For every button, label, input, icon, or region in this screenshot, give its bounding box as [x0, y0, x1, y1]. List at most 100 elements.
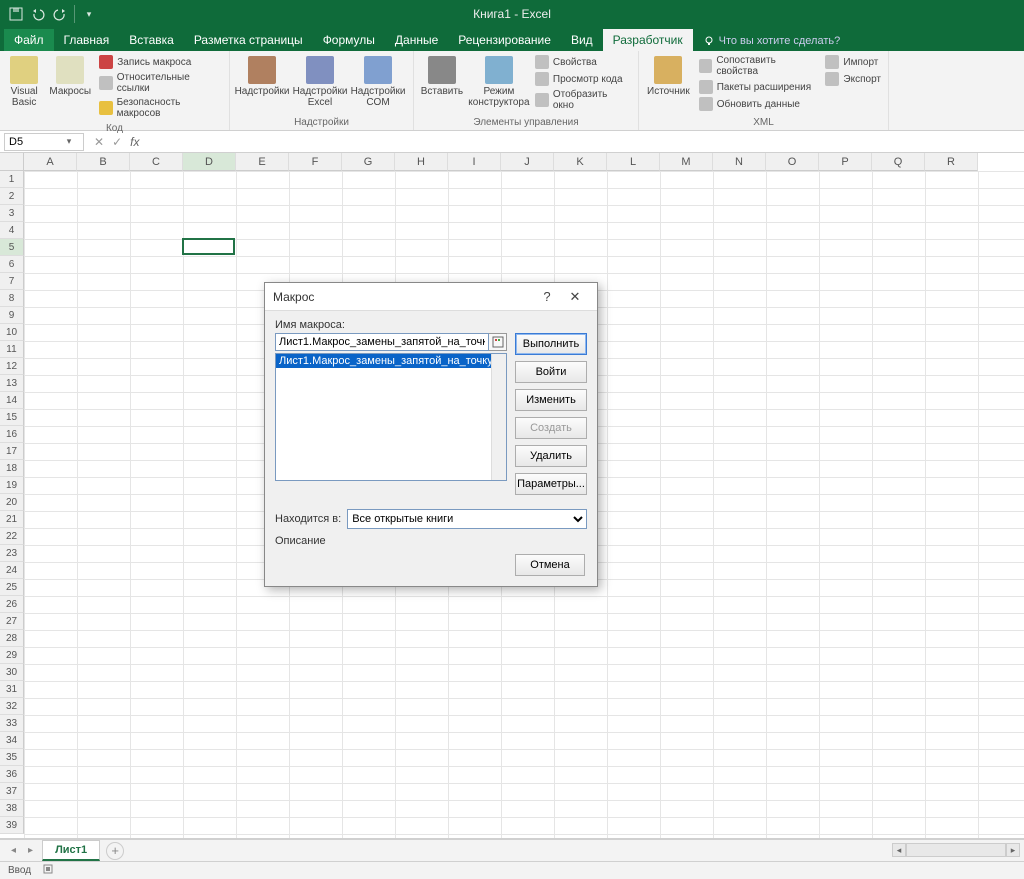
- step-into-button[interactable]: Войти: [515, 361, 587, 383]
- save-icon[interactable]: [8, 6, 24, 22]
- name-box[interactable]: ▾: [4, 133, 84, 151]
- options-button[interactable]: Параметры...: [515, 473, 587, 495]
- excel-addins-button[interactable]: Надстройки Excel: [293, 54, 347, 108]
- relative-references-button[interactable]: Относительные ссылки: [97, 71, 224, 95]
- row-header[interactable]: 8: [0, 290, 24, 307]
- run-dialog-button[interactable]: Отобразить окно: [533, 88, 633, 112]
- com-addins-button[interactable]: Надстройки COM: [351, 54, 405, 108]
- column-header[interactable]: R: [925, 153, 978, 171]
- scroll-track[interactable]: [906, 843, 1006, 857]
- row-header[interactable]: 37: [0, 783, 24, 800]
- name-box-input[interactable]: [5, 136, 61, 148]
- insert-control-button[interactable]: Вставить: [419, 54, 465, 97]
- visual-basic-button[interactable]: Visual Basic: [5, 54, 43, 108]
- macro-list[interactable]: Лист1.Макрос_замены_запятой_на_точку: [275, 353, 507, 481]
- macro-security-button[interactable]: Безопасность макросов: [97, 96, 224, 120]
- column-header[interactable]: M: [660, 153, 713, 171]
- row-header[interactable]: 6: [0, 256, 24, 273]
- tab-view[interactable]: Вид: [561, 29, 603, 51]
- row-header[interactable]: 18: [0, 460, 24, 477]
- macros-button[interactable]: Макросы: [47, 54, 93, 97]
- row-header[interactable]: 19: [0, 477, 24, 494]
- view-code-button[interactable]: Просмотр кода: [533, 71, 633, 87]
- new-sheet-button[interactable]: +: [106, 842, 124, 860]
- column-header[interactable]: P: [819, 153, 872, 171]
- row-header[interactable]: 20: [0, 494, 24, 511]
- tell-me[interactable]: Что вы хотите сделать?: [693, 31, 851, 51]
- row-header[interactable]: 17: [0, 443, 24, 460]
- column-header[interactable]: L: [607, 153, 660, 171]
- tab-formulas[interactable]: Формулы: [313, 29, 385, 51]
- row-header[interactable]: 15: [0, 409, 24, 426]
- row-header[interactable]: 38: [0, 800, 24, 817]
- scroll-right-icon[interactable]: ▸: [1006, 843, 1020, 857]
- qat-customize-icon[interactable]: ▾: [81, 6, 97, 22]
- row-header[interactable]: 16: [0, 426, 24, 443]
- row-header[interactable]: 36: [0, 766, 24, 783]
- column-header[interactable]: J: [501, 153, 554, 171]
- row-header[interactable]: 7: [0, 273, 24, 290]
- tab-home[interactable]: Главная: [54, 29, 120, 51]
- run-button[interactable]: Выполнить: [515, 333, 587, 355]
- row-header[interactable]: 25: [0, 579, 24, 596]
- row-header[interactable]: 12: [0, 358, 24, 375]
- dialog-close-button[interactable]: ✕: [561, 289, 589, 305]
- xml-import-button[interactable]: Импорт: [823, 54, 883, 70]
- macros-in-select[interactable]: Все открытые книги: [347, 509, 587, 529]
- column-header[interactable]: B: [77, 153, 130, 171]
- column-header[interactable]: C: [130, 153, 183, 171]
- row-header[interactable]: 34: [0, 732, 24, 749]
- row-header[interactable]: 3: [0, 205, 24, 222]
- horizontal-scrollbar[interactable]: ◂ ▸: [892, 843, 1020, 857]
- row-header[interactable]: 39: [0, 817, 24, 834]
- tab-insert[interactable]: Вставка: [119, 29, 184, 51]
- row-header[interactable]: 35: [0, 749, 24, 766]
- fx-icon[interactable]: fx: [130, 135, 139, 149]
- row-header[interactable]: 21: [0, 511, 24, 528]
- tab-developer[interactable]: Разработчик: [603, 29, 693, 51]
- column-header[interactable]: N: [713, 153, 766, 171]
- row-header[interactable]: 10: [0, 324, 24, 341]
- macro-record-status-icon[interactable]: [43, 863, 55, 878]
- row-header[interactable]: 27: [0, 613, 24, 630]
- column-header[interactable]: D: [183, 153, 236, 171]
- row-header[interactable]: 33: [0, 715, 24, 732]
- delete-button[interactable]: Удалить: [515, 445, 587, 467]
- row-header[interactable]: 23: [0, 545, 24, 562]
- column-header[interactable]: A: [24, 153, 77, 171]
- row-header[interactable]: 2: [0, 188, 24, 205]
- addins-button[interactable]: Надстройки: [235, 54, 289, 97]
- row-header[interactable]: 22: [0, 528, 24, 545]
- edit-button[interactable]: Изменить: [515, 389, 587, 411]
- row-header[interactable]: 30: [0, 664, 24, 681]
- column-header[interactable]: G: [342, 153, 395, 171]
- column-header[interactable]: E: [236, 153, 289, 171]
- map-properties-button[interactable]: Сопоставить свойства: [697, 54, 820, 78]
- sheet-nav-prev-icon[interactable]: ◂: [8, 845, 19, 856]
- select-all-corner[interactable]: [0, 153, 24, 171]
- refresh-data-button[interactable]: Обновить данные: [697, 96, 820, 112]
- column-header[interactable]: F: [289, 153, 342, 171]
- properties-button[interactable]: Свойства: [533, 54, 633, 70]
- scroll-left-icon[interactable]: ◂: [892, 843, 906, 857]
- row-header[interactable]: 9: [0, 307, 24, 324]
- record-macro-button[interactable]: Запись макроса: [97, 54, 224, 70]
- macro-list-item[interactable]: Лист1.Макрос_замены_запятой_на_точку: [276, 354, 506, 368]
- tab-review[interactable]: Рецензирование: [448, 29, 561, 51]
- cancel-formula-icon[interactable]: ✕: [94, 135, 104, 149]
- row-header[interactable]: 14: [0, 392, 24, 409]
- cancel-button[interactable]: Отмена: [515, 554, 585, 576]
- row-header[interactable]: 28: [0, 630, 24, 647]
- enter-formula-icon[interactable]: ✓: [112, 135, 122, 149]
- row-header[interactable]: 13: [0, 375, 24, 392]
- name-box-dropdown-icon[interactable]: ▾: [61, 136, 77, 147]
- tab-data[interactable]: Данные: [385, 29, 448, 51]
- xml-source-button[interactable]: Источник: [644, 54, 693, 97]
- row-header[interactable]: 24: [0, 562, 24, 579]
- sheet-tab-active[interactable]: Лист1: [42, 840, 100, 861]
- redo-icon[interactable]: [52, 6, 68, 22]
- dialog-help-button[interactable]: ?: [533, 289, 561, 304]
- undo-icon[interactable]: [30, 6, 46, 22]
- design-mode-button[interactable]: Режим конструктора: [469, 54, 529, 108]
- row-header[interactable]: 5: [0, 239, 24, 256]
